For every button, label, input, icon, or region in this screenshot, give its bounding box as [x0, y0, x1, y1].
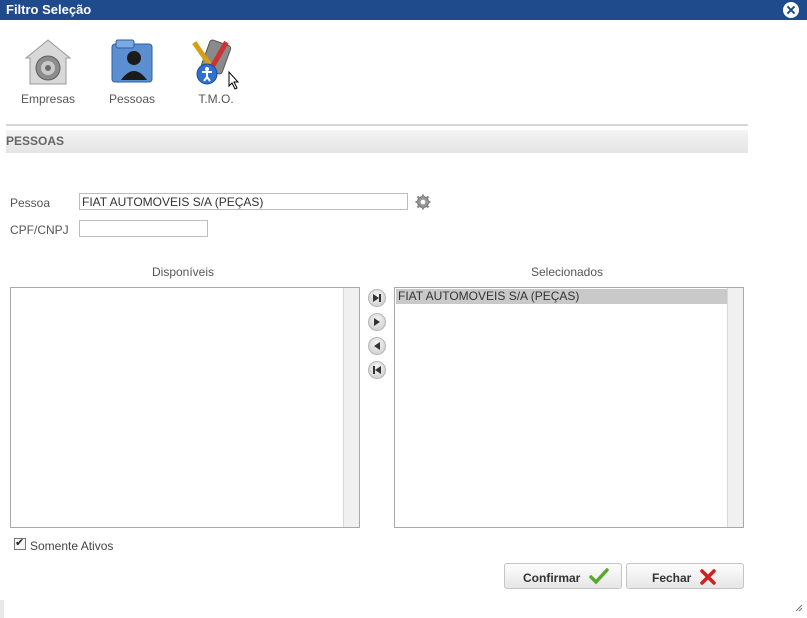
close-button[interactable]: Fechar	[626, 563, 744, 589]
pessoa-label: Pessoa	[10, 196, 51, 210]
close-label: Fechar	[652, 571, 692, 585]
only-active-checkbox[interactable]	[14, 536, 26, 550]
move-all-left-button[interactable]	[368, 361, 386, 379]
available-scrollbar[interactable]	[343, 288, 359, 527]
window-titlebar: Filtro Seleção	[0, 0, 807, 20]
confirm-label: Confirmar	[523, 571, 581, 585]
move-all-right-icon	[373, 294, 381, 302]
cpf-label: CPF/CNPJ	[10, 223, 69, 237]
move-left-icon	[374, 342, 380, 350]
close-window-icon[interactable]	[783, 2, 799, 18]
selected-scrollbar[interactable]	[727, 288, 743, 527]
toolbar-item-label: Pessoas	[108, 92, 156, 106]
confirm-button[interactable]: Confirmar	[504, 563, 622, 589]
move-left-button[interactable]	[368, 337, 386, 355]
cpf-input[interactable]	[79, 220, 208, 237]
toolbar-item-label: Empresas	[20, 92, 76, 106]
pessoa-input[interactable]	[79, 193, 408, 210]
section-header: PESSOAS	[6, 130, 748, 153]
only-active-label: Somente Ativos	[30, 539, 114, 553]
move-all-left-icon	[373, 366, 381, 374]
tools-accessibility-icon	[192, 39, 240, 90]
toolbar-item-empresas[interactable]: Empresas	[8, 36, 88, 106]
toolbar-item-tmo[interactable]: T.M.O.	[176, 36, 256, 106]
available-list[interactable]	[10, 287, 360, 528]
window-title: Filtro Seleção	[6, 2, 92, 17]
divider	[6, 124, 748, 126]
selected-title: Selecionados	[530, 265, 604, 279]
section-title: PESSOAS	[6, 134, 65, 148]
gear-icon[interactable]	[415, 194, 431, 210]
move-right-button[interactable]	[368, 313, 386, 331]
resize-grip-icon[interactable]	[795, 604, 803, 612]
person-folder-icon	[111, 39, 153, 83]
check-icon	[589, 568, 609, 585]
selected-list[interactable]: FIAT AUTOMOVEIS S/A (PEÇAS)	[394, 287, 744, 528]
move-all-right-button[interactable]	[368, 289, 386, 307]
toolbar-item-pessoas[interactable]: Pessoas	[92, 36, 172, 106]
move-right-icon	[374, 318, 380, 326]
list-item[interactable]: FIAT AUTOMOVEIS S/A (PEÇAS)	[396, 289, 727, 304]
available-title: Disponíveis	[151, 265, 215, 279]
window-edge	[0, 600, 4, 618]
x-icon	[700, 569, 716, 585]
building-lock-icon	[24, 39, 72, 85]
toolbar-item-label: T.M.O.	[198, 92, 234, 106]
